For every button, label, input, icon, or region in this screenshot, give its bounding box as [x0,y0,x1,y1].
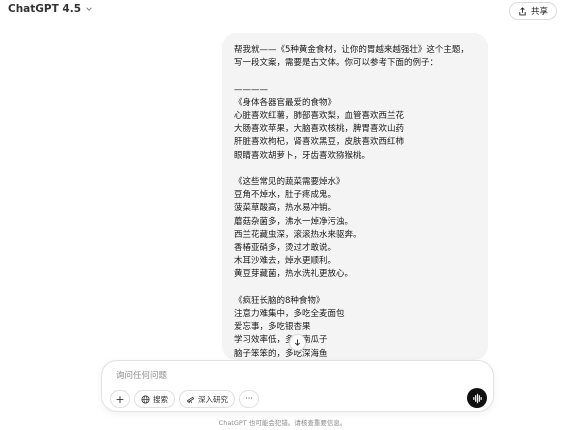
chevron-down-icon [86,7,92,11]
share-label: 共享 [530,7,548,17]
voice-mode-button[interactable] [467,388,487,408]
search-label: 搜索 [153,394,168,404]
user-message-text: 帮我就——《5种黄金食材，让你的胃越来越强壮》这个主题，写一段文案，需要是古文体… [234,45,469,359]
prompt-input[interactable] [116,369,416,383]
add-label: + [115,392,125,406]
deep-research-label: 深入研究 [198,394,228,404]
more-label: ··· [245,394,253,403]
share-button[interactable]: 共享 [508,2,557,20]
top-bar: ChatGPT 4.5 共享 [0,0,565,22]
share-icon [519,6,526,15]
disclaimer-text: ChatGPT 也可能会犯错。请核查重要信息。 [218,419,347,427]
globe-icon [141,394,150,404]
deep-research-button[interactable]: 深入研究 [179,390,235,408]
model-selector[interactable]: ChatGPT 4.5 [8,3,93,15]
telescope-icon [186,396,195,403]
add-attachment-button[interactable]: + [110,390,130,408]
composer: + 搜索 深入研究 ··· [101,360,494,412]
search-button[interactable]: 搜索 [134,390,175,408]
user-message-bubble: 帮我就——《5种黄金食材，让你的胃越来越强壮》这个主题，写一段文案，需要是古文体… [222,33,488,360]
arrow-down-icon [294,339,301,346]
composer-tools: + 搜索 深入研究 ··· [110,390,259,408]
model-name: ChatGPT 4.5 [8,3,82,15]
voice-waveform-icon [472,393,482,403]
more-options-button[interactable]: ··· [239,390,259,408]
scroll-to-bottom-button[interactable] [289,334,306,351]
